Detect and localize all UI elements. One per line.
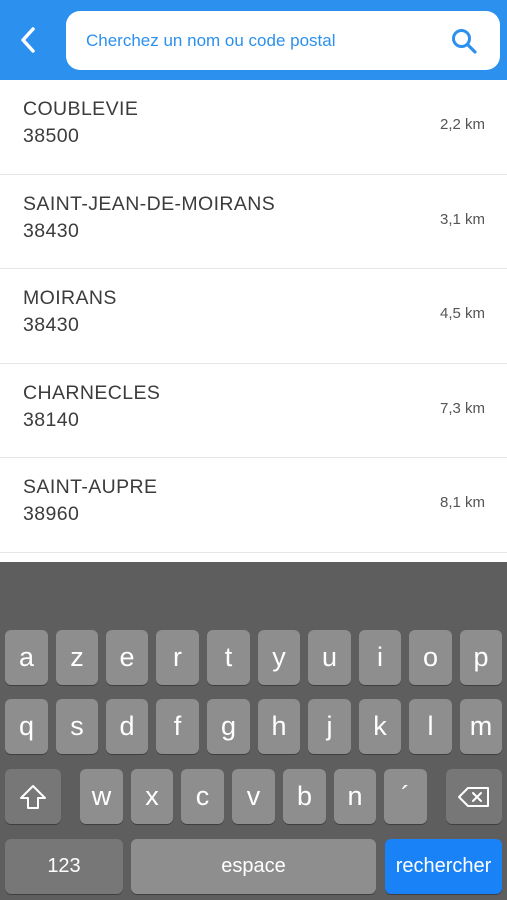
key-t[interactable]: t (207, 630, 250, 685)
back-button[interactable] (10, 20, 46, 60)
distance: 2,2 km (439, 116, 485, 133)
town-name: SAINT-AUPRE (23, 476, 158, 498)
key-r[interactable]: r (156, 630, 199, 685)
key-o[interactable]: o (409, 630, 452, 685)
key-d[interactable]: d (106, 699, 148, 754)
distance: 4,5 km (439, 305, 485, 322)
key-n[interactable]: n (334, 769, 376, 824)
space-key[interactable]: espace (131, 839, 376, 894)
postal-code: 38430 (23, 219, 80, 242)
key-y[interactable]: y (258, 630, 300, 685)
key-i[interactable]: i (359, 630, 401, 685)
town-name: MOIRANS (23, 287, 117, 309)
postal-code: 38960 (23, 503, 80, 525)
backspace-icon (458, 786, 489, 807)
town-name: SAINT-JEAN-DE-MOIRANS (23, 192, 276, 215)
shift-key[interactable] (5, 769, 61, 824)
key-z[interactable]: z (56, 630, 98, 685)
list-item[interactable]: COUBLEVIE 38500 2,2 km (0, 80, 507, 175)
key-q[interactable]: q (5, 699, 48, 754)
results-list: COUBLEVIE 38500 2,2 km SAINT-JEAN-DE-MOI… (0, 80, 507, 553)
chevron-left-icon (21, 27, 35, 53)
postal-code: 38430 (23, 314, 80, 336)
search-input[interactable] (86, 11, 436, 70)
search-action-key[interactable]: rechercher (385, 839, 502, 894)
key-k[interactable]: k (359, 699, 401, 754)
key-accent[interactable]: ´ (384, 769, 427, 824)
key-l[interactable]: l (409, 699, 452, 754)
key-v[interactable]: v (232, 769, 275, 824)
postal-code: 38140 (23, 408, 80, 431)
distance: 3,1 km (439, 210, 485, 228)
distance: 8,1 km (439, 494, 485, 511)
key-c[interactable]: c (181, 769, 224, 824)
key-u[interactable]: u (308, 630, 351, 685)
keyboard: a z e r t y u i o p q s d f g h j k l m … (0, 562, 507, 900)
key-j[interactable]: j (308, 699, 351, 754)
key-m[interactable]: m (460, 699, 502, 754)
list-item[interactable]: SAINT-AUPRE 38960 8,1 km (0, 458, 507, 553)
key-s[interactable]: s (56, 699, 98, 754)
delete-key[interactable] (446, 769, 502, 824)
key-h[interactable]: h (258, 699, 300, 754)
numbers-key[interactable]: 123 (5, 839, 123, 894)
key-a[interactable]: a (5, 630, 48, 685)
town-name: CHARNECLES (23, 381, 161, 404)
postal-code: 38500 (23, 125, 80, 147)
key-e[interactable]: e (106, 630, 148, 685)
key-p[interactable]: p (460, 630, 502, 685)
top-bar (0, 0, 507, 80)
key-x[interactable]: x (131, 769, 173, 824)
search-icon[interactable] (450, 27, 478, 55)
shift-icon (20, 784, 46, 809)
key-w[interactable]: w (80, 769, 123, 824)
key-g[interactable]: g (207, 699, 250, 754)
list-item[interactable]: CHARNECLES 38140 7,3 km (0, 364, 507, 458)
list-item[interactable]: SAINT-JEAN-DE-MOIRANS 38430 3,1 km (0, 175, 507, 269)
search-box (66, 11, 500, 70)
key-f[interactable]: f (156, 699, 199, 754)
key-b[interactable]: b (283, 769, 326, 824)
town-name: COUBLEVIE (23, 98, 139, 120)
distance: 7,3 km (439, 399, 485, 417)
list-item[interactable]: MOIRANS 38430 4,5 km (0, 269, 507, 364)
